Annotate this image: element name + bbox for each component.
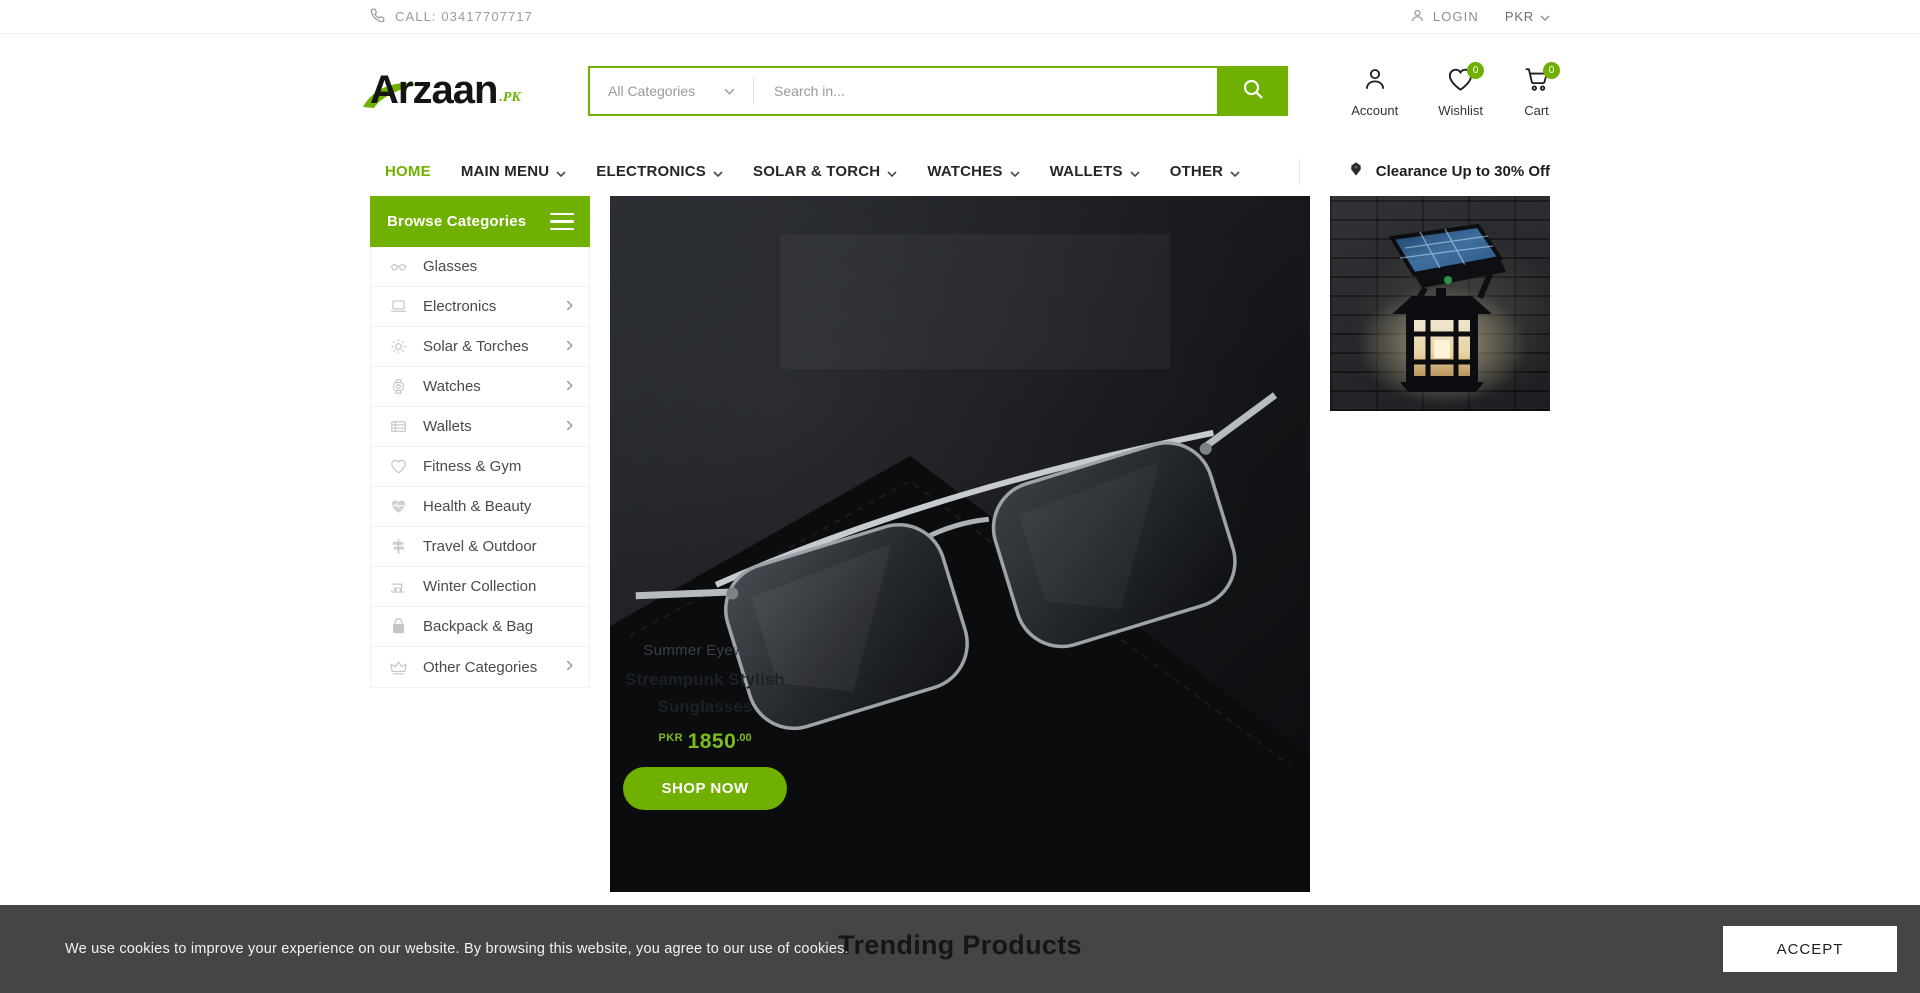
user-icon [1410,8,1425,26]
logo-suffix: .PK [499,90,520,106]
health-heart-icon [388,497,408,516]
clearance-promo-label: Clearance Up to 30% Off [1376,163,1550,180]
nav-item-electronics[interactable]: ELECTRONICS [596,162,723,181]
browse-categories-title: Browse Categories [387,213,526,230]
category-sidebar: Browse Categories Glasses Electronics So… [370,196,590,892]
search-button[interactable] [1217,66,1288,116]
chevron-down-icon [556,164,566,181]
phone-icon [370,8,385,26]
chevron-down-icon [1540,9,1550,24]
cookie-consent-bar: We use cookies to improve your experienc… [0,905,1920,993]
hamburger-icon [550,213,574,231]
search-icon [1241,77,1265,104]
solar-lamp-banner[interactable] [1330,196,1550,411]
call-label: CALL: 03417707717 [395,9,533,24]
logo-text: Arzaan [370,68,497,112]
account-icon [1362,66,1388,97]
chevron-down-icon [1010,164,1020,181]
account-label: Account [1351,103,1398,118]
currency-selector[interactable]: PKR [1505,9,1550,24]
wishlist-button[interactable]: 0 Wishlist [1438,68,1483,118]
topbar: CALL: 03417707717 LOGIN PKR [0,0,1920,34]
cart-label: Cart [1524,103,1549,118]
glasses-icon [388,257,408,276]
watch-icon [388,377,408,396]
header: Arzaan .PK All Categories [0,34,1920,147]
browse-categories-header[interactable]: Browse Categories [370,196,590,247]
price-currency: PKR [658,732,683,744]
sidebar-item-wallets[interactable]: Wallets [371,407,589,447]
hero-caption: Summer Eyewear Streampunk Stylish Sungla… [623,642,787,810]
wishlist-count-badge: 0 [1467,62,1484,79]
sidebar-item-other-categories[interactable]: Other Categories [371,647,589,687]
sidebar-item-health-beauty[interactable]: Health & Beauty [371,487,589,527]
nav-item-watches[interactable]: WATCHES [927,162,1019,181]
crown-icon [388,658,408,677]
wishlist-label: Wishlist [1438,103,1483,118]
chevron-down-icon [1230,164,1240,181]
main-navigation: HOME MAIN MENU ELECTRONICS SOLAR & TORCH… [0,147,1920,196]
heart-icon [388,457,408,476]
price-decimals: .00 [736,732,751,744]
cart-button[interactable]: 0 Cart [1523,68,1550,118]
chevron-down-icon [887,164,897,181]
chevron-right-icon [566,418,573,436]
currency-value: PKR [1505,9,1534,24]
search-category-selected: All Categories [608,83,695,99]
site-logo[interactable]: Arzaan .PK [370,68,588,113]
nav-item-other[interactable]: OTHER [1170,162,1241,181]
chevron-right-icon [566,378,573,396]
signpost-icon [388,537,408,556]
sled-icon [388,577,408,596]
chevron-right-icon [566,338,573,356]
shop-now-button[interactable]: SHOP NOW [623,767,787,810]
clearance-promo-link[interactable]: Clearance Up to 30% Off [1299,159,1550,185]
chevron-down-icon [1130,164,1140,181]
sidebar-item-glasses[interactable]: Glasses [371,247,589,287]
chevron-right-icon [566,658,573,676]
login-label: LOGIN [1433,9,1479,24]
nav-item-solar-torch[interactable]: SOLAR & TORCH [753,162,897,181]
hero-eyebrow: Summer Eyewear [623,642,787,659]
search-bar: All Categories [588,66,1288,116]
sidebar-item-travel-outdoor[interactable]: Travel & Outdoor [371,527,589,567]
chevron-down-icon [713,164,723,181]
laptop-icon [388,297,408,316]
nav-item-main-menu[interactable]: MAIN MENU [461,162,566,181]
search-category-dropdown[interactable]: All Categories [590,68,753,114]
search-input[interactable] [754,68,1217,114]
tag-icon [1348,161,1364,182]
accept-cookies-button[interactable]: ACCEPT [1723,926,1897,972]
cart-count-badge: 0 [1543,62,1560,79]
sidebar-item-winter-collection[interactable]: Winter Collection [371,567,589,607]
chevron-right-icon [566,298,573,316]
wallet-icon [388,417,408,436]
account-button[interactable]: Account [1351,68,1398,118]
chevron-down-icon [724,82,735,100]
nav-item-wallets[interactable]: WALLETS [1050,162,1140,181]
call-info: CALL: 03417707717 [370,8,533,26]
bag-icon [388,617,408,636]
hero-price: PKR 1850.00 [623,730,787,754]
solar-lamp-image [1330,196,1550,411]
login-link[interactable]: LOGIN [1410,8,1479,26]
sidebar-item-backpack-bag[interactable]: Backpack & Bag [371,607,589,647]
cookie-message: We use cookies to improve your experienc… [65,941,849,957]
sidebar-item-watches[interactable]: Watches [371,367,589,407]
hero-slider[interactable]: Summer Eyewear Streampunk Stylish Sungla… [610,196,1310,892]
sun-icon [388,337,408,356]
hero-title: Streampunk Stylish Sunglasses [623,667,787,720]
nav-item-home[interactable]: HOME [385,163,431,180]
price-amount: 1850 [688,730,737,753]
sidebar-item-solar-torches[interactable]: Solar & Torches [371,327,589,367]
sidebar-item-fitness-gym[interactable]: Fitness & Gym [371,447,589,487]
sidebar-item-electronics[interactable]: Electronics [371,287,589,327]
